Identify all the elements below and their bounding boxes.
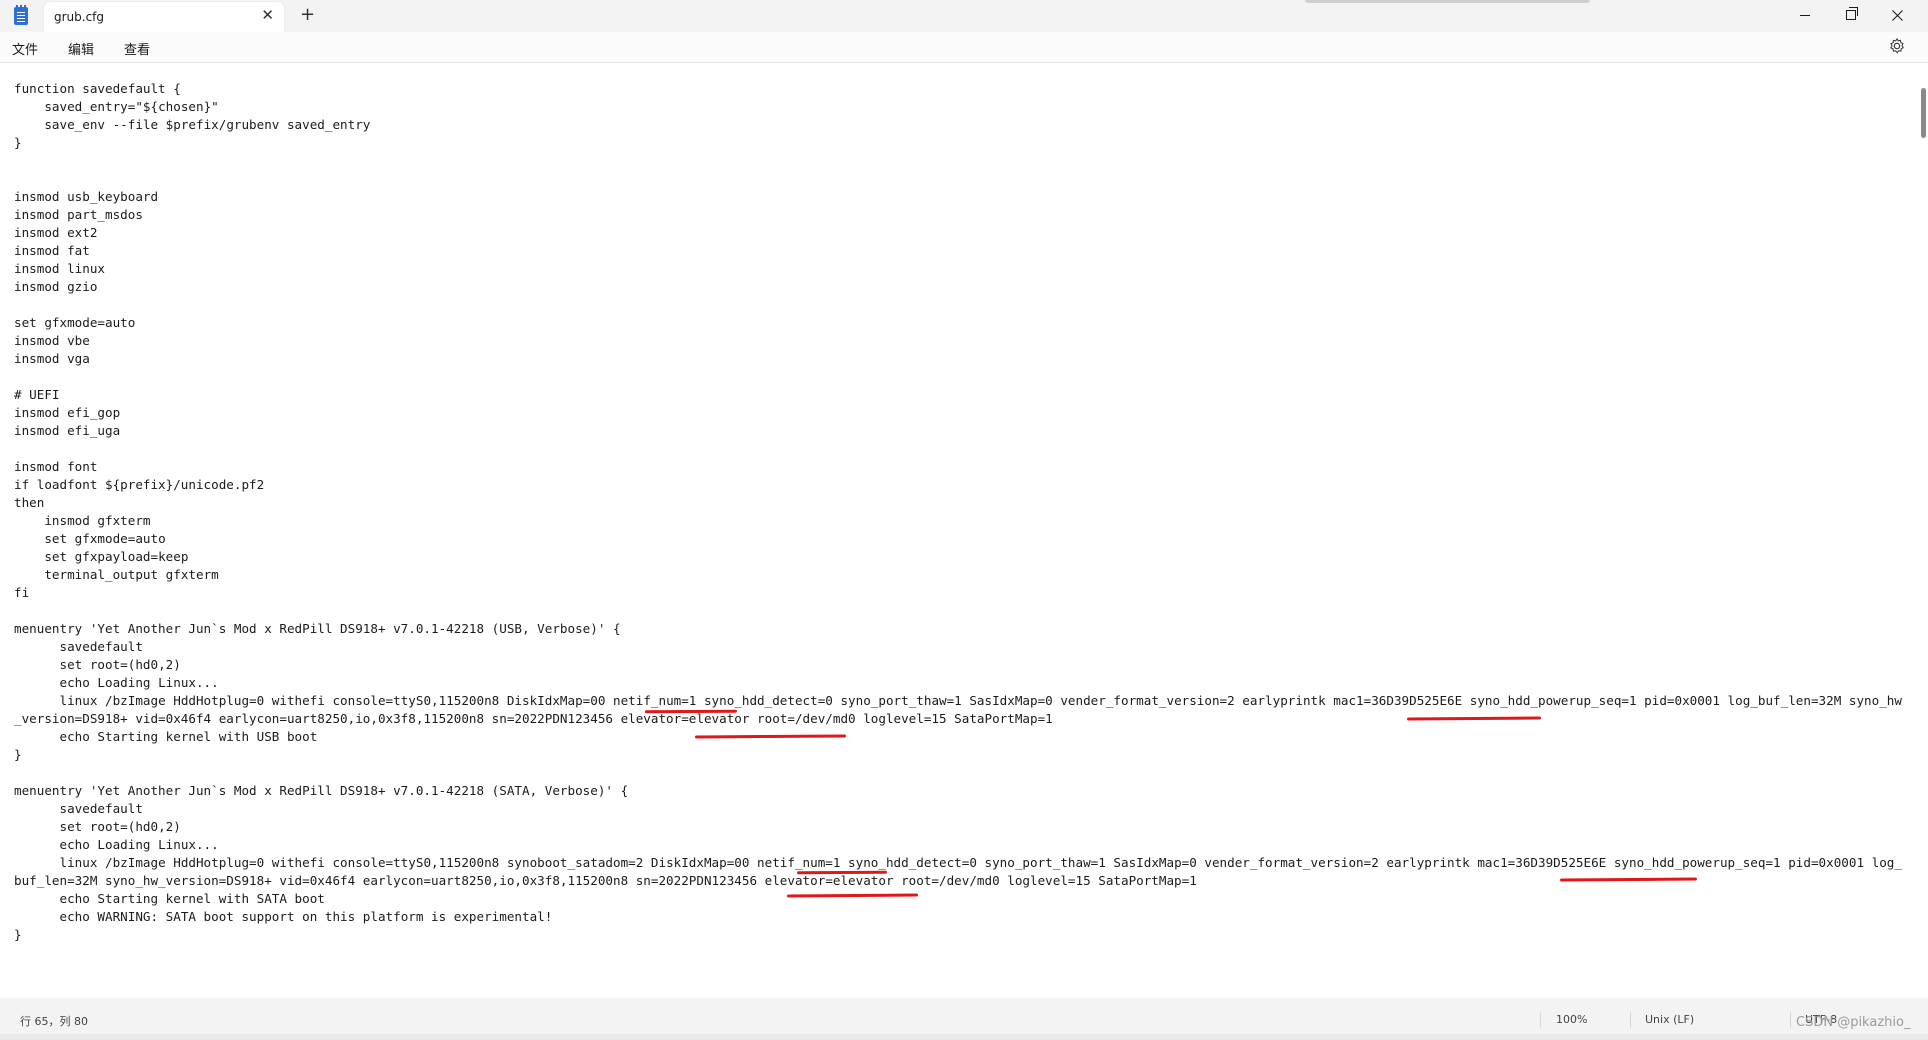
close-window-button[interactable] [1874, 0, 1920, 30]
snap-indicator [1305, 0, 1590, 3]
cursor-position: 行 65，列 80 [20, 1015, 88, 1028]
new-tab-button[interactable]: + [300, 4, 315, 25]
scrollbar-thumb[interactable] [1921, 88, 1926, 138]
tab-title: grub.cfg [54, 10, 105, 24]
menu-view[interactable]: 查看 [124, 39, 150, 58]
restore-icon [1846, 7, 1858, 20]
zoom-level[interactable]: 100% [1556, 1013, 1587, 1026]
annotation-underline-netif-usb [644, 709, 738, 714]
status-divider [1630, 1012, 1631, 1028]
close-tab-icon[interactable]: ✕ [261, 6, 274, 24]
gear-icon[interactable] [1888, 37, 1906, 55]
status-divider [1790, 1012, 1791, 1028]
vertical-scrollbar[interactable] [1918, 63, 1928, 998]
editor-content[interactable]: function savedefault { saved_entry="${ch… [14, 80, 1904, 944]
menu-bar: 文件 编辑 查看 [0, 32, 1928, 63]
title-bar: grub.cfg ✕ + [0, 0, 1928, 32]
menu-file[interactable]: 文件 [12, 39, 38, 58]
restore-button[interactable] [1828, 0, 1874, 30]
close-icon [1891, 9, 1903, 21]
menu-edit[interactable]: 编辑 [68, 39, 94, 58]
annotation-underline-netif-sata [796, 870, 888, 875]
window-bottom-edge [0, 1034, 1928, 1040]
notepad-icon [14, 5, 28, 25]
watermark: CSDN @pikazhio_ [1796, 1015, 1911, 1030]
status-divider [1540, 1012, 1541, 1028]
minimize-icon [1800, 14, 1810, 16]
minimize-button[interactable] [1782, 0, 1828, 30]
text-editor[interactable]: function savedefault { saved_entry="${ch… [0, 63, 1918, 998]
tab-grub-cfg[interactable]: grub.cfg ✕ [44, 2, 284, 32]
line-ending[interactable]: Unix (LF) [1645, 1013, 1694, 1026]
